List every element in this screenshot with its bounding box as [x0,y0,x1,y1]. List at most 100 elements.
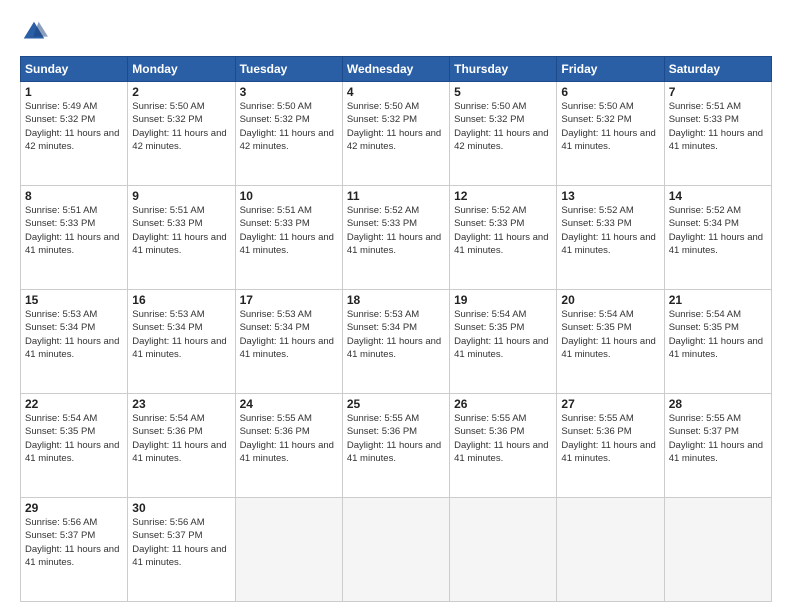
day-number: 21 [669,293,767,307]
sunset-label: Sunset: 5:34 PM [347,322,417,333]
calendar-header-cell: Wednesday [342,57,449,82]
logo-icon [20,18,48,46]
sunrise-label: Sunrise: 5:54 AM [132,413,204,424]
sunrise-label: Sunrise: 5:51 AM [132,205,204,216]
day-number: 23 [132,397,230,411]
daylight-label: Daylight: 11 hours and 41 minutes. [561,232,655,256]
day-info: Sunrise: 5:55 AM Sunset: 5:37 PM Dayligh… [669,412,767,465]
calendar-week-row: 29 Sunrise: 5:56 AM Sunset: 5:37 PM Dayl… [21,498,772,602]
sunrise-label: Sunrise: 5:53 AM [132,309,204,320]
sunrise-label: Sunrise: 5:49 AM [25,101,97,112]
calendar-day-cell: 19 Sunrise: 5:54 AM Sunset: 5:35 PM Dayl… [450,290,557,394]
calendar-day-cell: 27 Sunrise: 5:55 AM Sunset: 5:36 PM Dayl… [557,394,664,498]
sunrise-label: Sunrise: 5:56 AM [132,517,204,528]
day-info: Sunrise: 5:54 AM Sunset: 5:35 PM Dayligh… [561,308,659,361]
daylight-label: Daylight: 11 hours and 41 minutes. [454,232,548,256]
calendar-day-cell: 22 Sunrise: 5:54 AM Sunset: 5:35 PM Dayl… [21,394,128,498]
day-info: Sunrise: 5:51 AM Sunset: 5:33 PM Dayligh… [669,100,767,153]
day-number: 19 [454,293,552,307]
day-info: Sunrise: 5:50 AM Sunset: 5:32 PM Dayligh… [240,100,338,153]
sunset-label: Sunset: 5:34 PM [669,218,739,229]
day-number: 5 [454,85,552,99]
sunset-label: Sunset: 5:34 PM [132,322,202,333]
day-number: 10 [240,189,338,203]
day-number: 27 [561,397,659,411]
calendar-header-cell: Tuesday [235,57,342,82]
day-info: Sunrise: 5:53 AM Sunset: 5:34 PM Dayligh… [132,308,230,361]
sunset-label: Sunset: 5:36 PM [561,426,631,437]
sunrise-label: Sunrise: 5:52 AM [347,205,419,216]
daylight-label: Daylight: 11 hours and 41 minutes. [132,440,226,464]
day-info: Sunrise: 5:56 AM Sunset: 5:37 PM Dayligh… [25,516,123,569]
daylight-label: Daylight: 11 hours and 41 minutes. [669,128,763,152]
sunrise-label: Sunrise: 5:55 AM [669,413,741,424]
calendar-day-cell: 24 Sunrise: 5:55 AM Sunset: 5:36 PM Dayl… [235,394,342,498]
calendar-day-cell: 15 Sunrise: 5:53 AM Sunset: 5:34 PM Dayl… [21,290,128,394]
day-number: 24 [240,397,338,411]
daylight-label: Daylight: 11 hours and 41 minutes. [132,232,226,256]
sunset-label: Sunset: 5:33 PM [25,218,95,229]
sunrise-label: Sunrise: 5:50 AM [347,101,419,112]
sunrise-label: Sunrise: 5:52 AM [561,205,633,216]
calendar-day-cell: 12 Sunrise: 5:52 AM Sunset: 5:33 PM Dayl… [450,186,557,290]
calendar-day-cell [235,498,342,602]
logo [20,18,52,46]
day-number: 6 [561,85,659,99]
sunset-label: Sunset: 5:37 PM [132,530,202,541]
daylight-label: Daylight: 11 hours and 41 minutes. [132,544,226,568]
day-number: 20 [561,293,659,307]
sunrise-label: Sunrise: 5:50 AM [561,101,633,112]
daylight-label: Daylight: 11 hours and 41 minutes. [561,336,655,360]
sunset-label: Sunset: 5:37 PM [669,426,739,437]
calendar-header-cell: Thursday [450,57,557,82]
daylight-label: Daylight: 11 hours and 41 minutes. [454,440,548,464]
day-number: 14 [669,189,767,203]
sunset-label: Sunset: 5:37 PM [25,530,95,541]
day-number: 12 [454,189,552,203]
daylight-label: Daylight: 11 hours and 41 minutes. [347,336,441,360]
day-info: Sunrise: 5:49 AM Sunset: 5:32 PM Dayligh… [25,100,123,153]
sunrise-label: Sunrise: 5:52 AM [669,205,741,216]
sunrise-label: Sunrise: 5:50 AM [240,101,312,112]
day-info: Sunrise: 5:53 AM Sunset: 5:34 PM Dayligh… [25,308,123,361]
day-number: 29 [25,501,123,515]
calendar-table: SundayMondayTuesdayWednesdayThursdayFrid… [20,56,772,602]
daylight-label: Daylight: 11 hours and 42 minutes. [240,128,334,152]
calendar-header-cell: Friday [557,57,664,82]
day-number: 8 [25,189,123,203]
day-info: Sunrise: 5:54 AM Sunset: 5:35 PM Dayligh… [669,308,767,361]
sunrise-label: Sunrise: 5:55 AM [347,413,419,424]
sunset-label: Sunset: 5:32 PM [132,114,202,125]
calendar-week-row: 22 Sunrise: 5:54 AM Sunset: 5:35 PM Dayl… [21,394,772,498]
day-info: Sunrise: 5:53 AM Sunset: 5:34 PM Dayligh… [240,308,338,361]
calendar-day-cell: 8 Sunrise: 5:51 AM Sunset: 5:33 PM Dayli… [21,186,128,290]
calendar-day-cell: 11 Sunrise: 5:52 AM Sunset: 5:33 PM Dayl… [342,186,449,290]
sunrise-label: Sunrise: 5:51 AM [669,101,741,112]
calendar-day-cell: 7 Sunrise: 5:51 AM Sunset: 5:33 PM Dayli… [664,82,771,186]
calendar-week-row: 8 Sunrise: 5:51 AM Sunset: 5:33 PM Dayli… [21,186,772,290]
sunset-label: Sunset: 5:32 PM [454,114,524,125]
daylight-label: Daylight: 11 hours and 41 minutes. [347,232,441,256]
sunrise-label: Sunrise: 5:54 AM [669,309,741,320]
daylight-label: Daylight: 11 hours and 41 minutes. [454,336,548,360]
daylight-label: Daylight: 11 hours and 41 minutes. [25,440,119,464]
calendar-day-cell: 13 Sunrise: 5:52 AM Sunset: 5:33 PM Dayl… [557,186,664,290]
sunrise-label: Sunrise: 5:53 AM [25,309,97,320]
calendar-day-cell: 23 Sunrise: 5:54 AM Sunset: 5:36 PM Dayl… [128,394,235,498]
day-number: 2 [132,85,230,99]
calendar-day-cell: 18 Sunrise: 5:53 AM Sunset: 5:34 PM Dayl… [342,290,449,394]
daylight-label: Daylight: 11 hours and 41 minutes. [561,128,655,152]
day-number: 3 [240,85,338,99]
day-info: Sunrise: 5:53 AM Sunset: 5:34 PM Dayligh… [347,308,445,361]
day-number: 1 [25,85,123,99]
calendar-day-cell [557,498,664,602]
sunset-label: Sunset: 5:32 PM [240,114,310,125]
daylight-label: Daylight: 11 hours and 41 minutes. [561,440,655,464]
day-info: Sunrise: 5:50 AM Sunset: 5:32 PM Dayligh… [561,100,659,153]
calendar-day-cell: 20 Sunrise: 5:54 AM Sunset: 5:35 PM Dayl… [557,290,664,394]
sunrise-label: Sunrise: 5:51 AM [240,205,312,216]
day-number: 25 [347,397,445,411]
day-number: 4 [347,85,445,99]
daylight-label: Daylight: 11 hours and 41 minutes. [240,232,334,256]
daylight-label: Daylight: 11 hours and 41 minutes. [669,232,763,256]
